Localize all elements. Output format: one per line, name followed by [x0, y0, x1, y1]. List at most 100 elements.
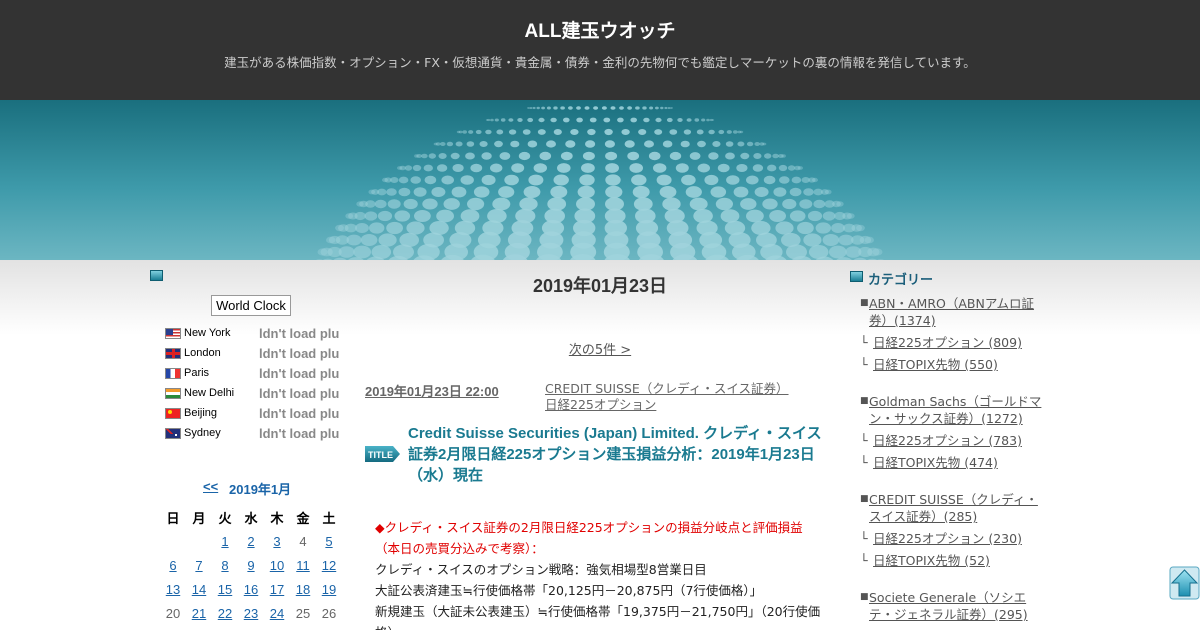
calendar-day-link[interactable]: 18 — [290, 577, 316, 601]
category-item[interactable]: ■ CREDIT SUISSE（クレディ・スイス証券）(285) — [860, 491, 1050, 525]
banner-dot — [563, 117, 570, 123]
category-item[interactable]: ■ Goldman Sachs（ゴールドマン・サックス証券）(1272) — [860, 393, 1050, 427]
banner-dot — [413, 187, 427, 197]
banner-dot — [720, 209, 740, 223]
calendar-prev-link[interactable]: << — [203, 479, 218, 494]
banner-dot — [423, 164, 433, 172]
banner-dot — [706, 118, 710, 122]
calendar-day-link[interactable]: 2 — [238, 529, 264, 553]
calendar-day-link[interactable]: 23 — [238, 601, 264, 625]
calendar-day-link[interactable]: 9 — [238, 553, 264, 577]
banner-dot — [675, 163, 689, 173]
banner-dot — [485, 129, 492, 135]
calendar-day-link[interactable]: 8 — [212, 553, 238, 577]
calendar-day-link[interactable]: 15 — [212, 577, 238, 601]
calendar-day-link[interactable]: 22 — [212, 601, 238, 625]
next-posts-link[interactable]: 次の5件 > — [365, 339, 835, 358]
banner-dot — [746, 209, 764, 223]
subcategory-item[interactable]: └ 日経TOPIX先物 (474) — [860, 454, 1050, 471]
subcategory-link[interactable]: 日経TOPIX先物 (550) — [873, 357, 998, 372]
banner-dot — [446, 141, 454, 147]
calendar-day-link[interactable]: 6 — [160, 553, 186, 577]
banner-dot — [669, 151, 682, 161]
calendar-day-link[interactable]: 3 — [264, 529, 290, 553]
calendar-day-link[interactable]: 10 — [264, 553, 290, 577]
calendar-day-link[interactable]: 24 — [264, 601, 290, 625]
calendar-day-link[interactable]: 12 — [316, 553, 342, 577]
banner-dot — [624, 140, 635, 148]
banner-dot — [438, 153, 447, 159]
subcategory-item[interactable]: └ 日経225オプション (230) — [860, 530, 1050, 547]
category-item[interactable]: ■ Societe Generale（ソシエテ・ジェネラル証券）(295) — [860, 589, 1050, 623]
category-item[interactable]: ■ ABN・AMRO（ABNアムロ証券）(1374) — [860, 295, 1050, 329]
banner-dot — [390, 177, 399, 183]
calendar-day-link[interactable]: 13 — [160, 577, 186, 601]
calendar-day-link[interactable]: 7 — [186, 553, 212, 577]
calendar-day-link[interactable]: 11 — [290, 553, 316, 577]
world-clock-button[interactable]: World Clock — [211, 295, 291, 316]
subcategory-item[interactable]: └ 日経TOPIX先物 (52) — [860, 552, 1050, 569]
calendar-weekday: 月 — [192, 510, 206, 526]
subcategory-link[interactable]: 日経225オプション (783) — [873, 433, 1022, 448]
post-category-link[interactable]: 日経225オプション — [545, 397, 656, 412]
banner-dot — [498, 186, 515, 198]
banner-dot — [581, 163, 595, 173]
site-title-link[interactable]: ALL建玉ウオッチ — [0, 0, 1200, 43]
subcategory-link[interactable]: 日経225オプション (230) — [873, 531, 1022, 546]
banner-dot — [533, 163, 547, 173]
subcategory-item[interactable]: └ 日経225オプション (809) — [860, 334, 1050, 351]
banner-dot — [828, 245, 847, 259]
square-bullet-icon: ■ — [860, 396, 869, 406]
banner-dot — [683, 129, 692, 135]
banner-dot — [789, 210, 806, 222]
banner-dot — [773, 187, 787, 197]
tree-corner-icon: └ — [860, 455, 868, 470]
banner-dot — [416, 154, 422, 158]
banner-dot — [655, 117, 662, 123]
category-link[interactable]: CREDIT SUISSE（クレディ・スイス証券）(285) — [869, 492, 1038, 524]
banner-dot — [579, 174, 595, 186]
banner-dot — [803, 233, 822, 247]
calendar-day-link[interactable]: 1 — [212, 529, 238, 553]
subcategory-item[interactable]: └ 日経TOPIX先物 (550) — [860, 356, 1050, 373]
banner-dot — [487, 118, 491, 122]
tree-corner-icon: └ — [860, 357, 868, 372]
banner-dot — [803, 188, 814, 196]
scroll-to-top-button[interactable] — [1169, 566, 1200, 600]
banner-dot — [496, 129, 504, 135]
australia-flag-icon — [165, 428, 181, 439]
category-link[interactable]: Goldman Sachs（ゴールドマン・サックス証券）(1272) — [869, 394, 1041, 426]
clock-row: Paris ldn't load plu — [165, 366, 345, 386]
category-link[interactable]: ABN・AMRO（ABNアムロ証券）(1374) — [869, 296, 1034, 328]
post-title-link[interactable]: Credit Suisse Securities (Japan) Limited… — [408, 423, 823, 486]
banner-dot — [465, 152, 475, 160]
banner-dot — [787, 165, 796, 171]
banner-dot — [605, 163, 619, 173]
banner-dot — [443, 198, 460, 210]
subcategory-link[interactable]: 日経225オプション (809) — [873, 335, 1022, 350]
category-link[interactable]: Societe Generale（ソシエテ・ジェネラル証券）(295) — [869, 590, 1028, 622]
calendar-day-link[interactable]: 21 — [186, 601, 212, 625]
world-clock-list: New York ldn't load plu London ldn't loa… — [165, 326, 345, 446]
widget-title-icon — [150, 270, 163, 281]
calendar-day-link[interactable]: 19 — [316, 577, 342, 601]
banner-dot — [560, 106, 565, 110]
clock-row: London ldn't load plu — [165, 346, 345, 366]
banner-dot — [669, 129, 678, 135]
banner-dot — [539, 151, 552, 161]
dot-sphere-graphic — [316, 106, 884, 260]
banner-dot — [619, 106, 624, 110]
calendar-table: 日月火水木金土 1 2 3 4 5 6 7 8 9 10 11 12 13 14 15 16 17 18 19 20 21… — [160, 505, 342, 625]
calendar-day-link[interactable]: 16 — [238, 577, 264, 601]
post-category-link[interactable]: CREDIT SUISSE（クレディ・スイス証券） — [545, 381, 789, 396]
subcategory-link[interactable]: 日経TOPIX先物 (474) — [873, 455, 998, 470]
clock-row: Sydney ldn't load plu — [165, 426, 345, 446]
calendar-day-link[interactable]: 17 — [264, 577, 290, 601]
post-datetime-link[interactable]: 2019年01月23日 22:00 — [365, 381, 499, 400]
banner-dot — [775, 221, 794, 235]
subcategory-link[interactable]: 日経TOPIX先物 (52) — [873, 553, 990, 568]
calendar-day-link[interactable]: 14 — [186, 577, 212, 601]
subcategory-item[interactable]: └ 日経225オプション (783) — [860, 432, 1050, 449]
calendar-day-link[interactable]: 5 — [316, 529, 342, 553]
banner-dot — [499, 152, 511, 160]
